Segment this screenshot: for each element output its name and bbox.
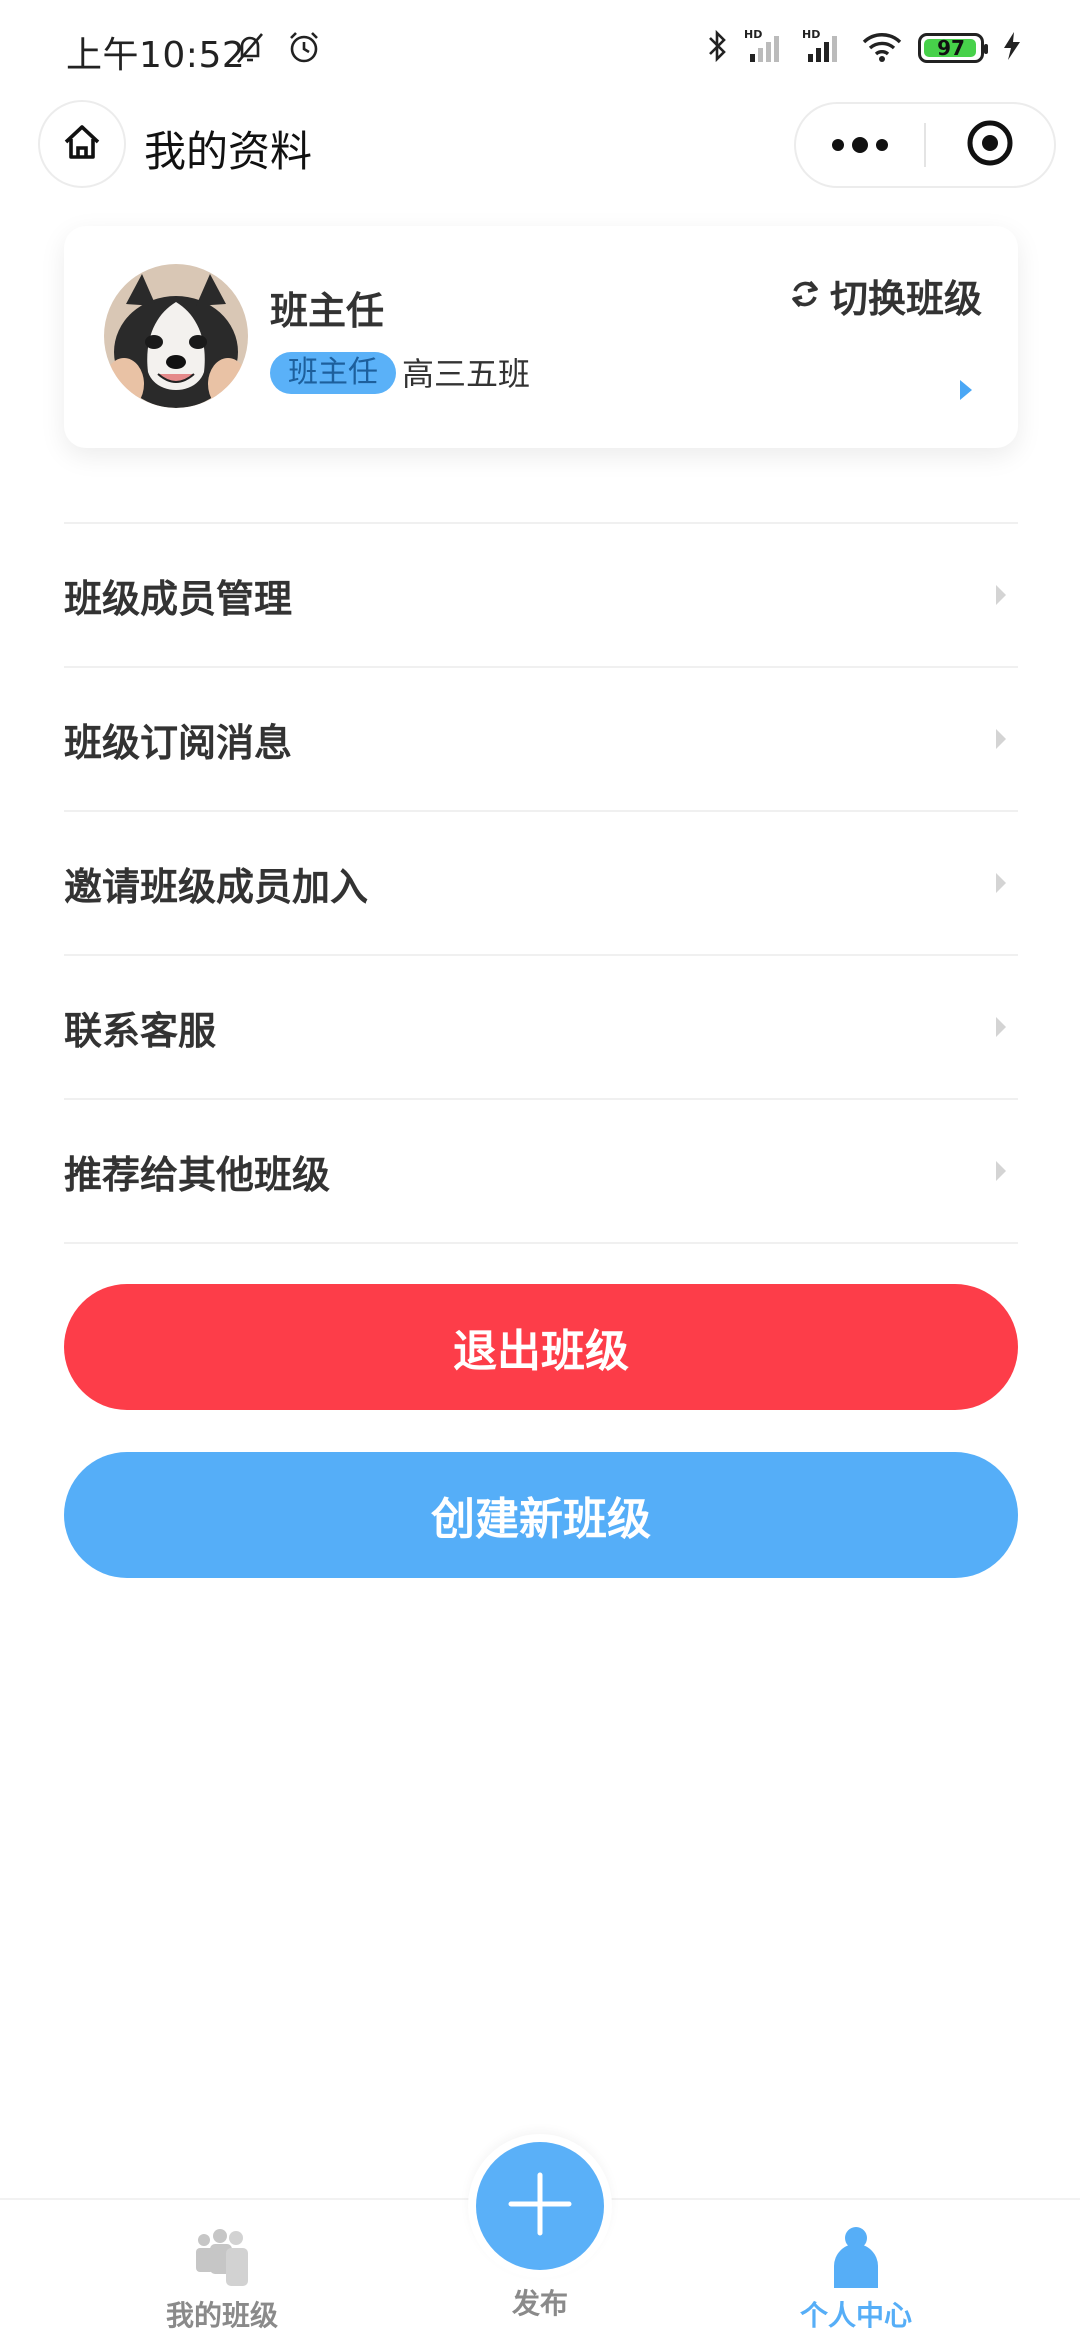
menu-item-member-management[interactable]: 班级成员管理 [64,524,1018,668]
avatar [104,264,248,408]
chevron-right-icon [996,873,1006,893]
publish-button[interactable] [476,2142,604,2270]
battery-level: 97 [937,36,965,60]
bluetooth-icon [706,28,730,68]
mute-bell-icon [232,30,268,70]
role-badge: 班主任 [270,352,396,394]
menu-item-label: 联系客服 [64,1008,217,1053]
menu-list: 班级成员管理 班级订阅消息 邀请班级成员加入 联系客服 推荐给其他班级 [64,522,1018,1244]
home-button[interactable] [38,100,126,188]
switch-class-button[interactable]: 切换班级 [788,268,982,323]
tab-label: 个人中心 [799,2299,912,2332]
plus-icon [507,2171,573,2241]
publish-ring [468,2134,612,2278]
menu-item-label: 班级成员管理 [64,576,293,621]
refresh-icon [788,277,822,315]
status-bar: 上午10:52 HD HD 97 [0,0,1080,96]
menu-item-label: 邀请班级成员加入 [64,864,369,909]
battery-icon: 97 [918,33,988,63]
chevron-right-icon [996,1161,1006,1181]
tab-profile[interactable]: 个人中心 [756,2200,956,2340]
page-title: 我的资料 [144,127,313,176]
signal-hd-icon: HD [744,28,788,68]
person-icon [828,2222,884,2288]
signal-hd-icon: HD [802,28,846,68]
menu-item-subscription[interactable]: 班级订阅消息 [64,668,1018,812]
home-icon [60,120,104,168]
svg-text:HD: HD [802,28,820,41]
more-icon-dot [876,139,888,151]
profile-card[interactable]: 班主任 班主任 高三五班 切换班级 [64,226,1018,448]
chevron-right-icon [996,1017,1006,1037]
charging-icon [998,28,1026,68]
status-right-icons: HD HD 97 [706,28,1026,68]
tab-publish[interactable]: 发布 [460,2134,620,2340]
more-icon [832,139,844,151]
status-left-icons [232,30,322,70]
wifi-icon [860,28,904,68]
svg-text:HD: HD [744,28,762,41]
menu-item-label: 班级订阅消息 [64,720,293,765]
switch-class-label: 切换班级 [829,277,982,321]
exit-class-button[interactable]: 退出班级 [64,1284,1018,1410]
profile-name: 班主任 [270,289,385,333]
menu-item-label: 推荐给其他班级 [64,1152,331,1197]
tab-label: 我的班级 [165,2299,278,2332]
more-button[interactable] [796,104,924,186]
nav-bar: 我的资料 [0,96,1080,196]
class-name: 高三五班 [402,355,531,393]
mini-program-capsule [794,102,1056,188]
alarm-icon [286,30,322,70]
group-icon [192,2222,252,2288]
more-icon-dot [852,137,868,153]
menu-item-invite[interactable]: 邀请班级成员加入 [64,812,1018,956]
menu-item-customer-service[interactable]: 联系客服 [64,956,1018,1100]
chevron-right-icon [960,380,972,400]
target-icon [965,118,1015,172]
tab-label: 发布 [511,2287,568,2320]
chevron-right-icon [996,729,1006,749]
create-class-button[interactable]: 创建新班级 [64,1452,1018,1578]
close-button[interactable] [926,104,1054,186]
status-time: 上午10:52 [66,35,246,76]
tab-my-class[interactable]: 我的班级 [122,2200,322,2340]
chevron-right-icon [996,585,1006,605]
menu-item-recommend[interactable]: 推荐给其他班级 [64,1100,1018,1244]
